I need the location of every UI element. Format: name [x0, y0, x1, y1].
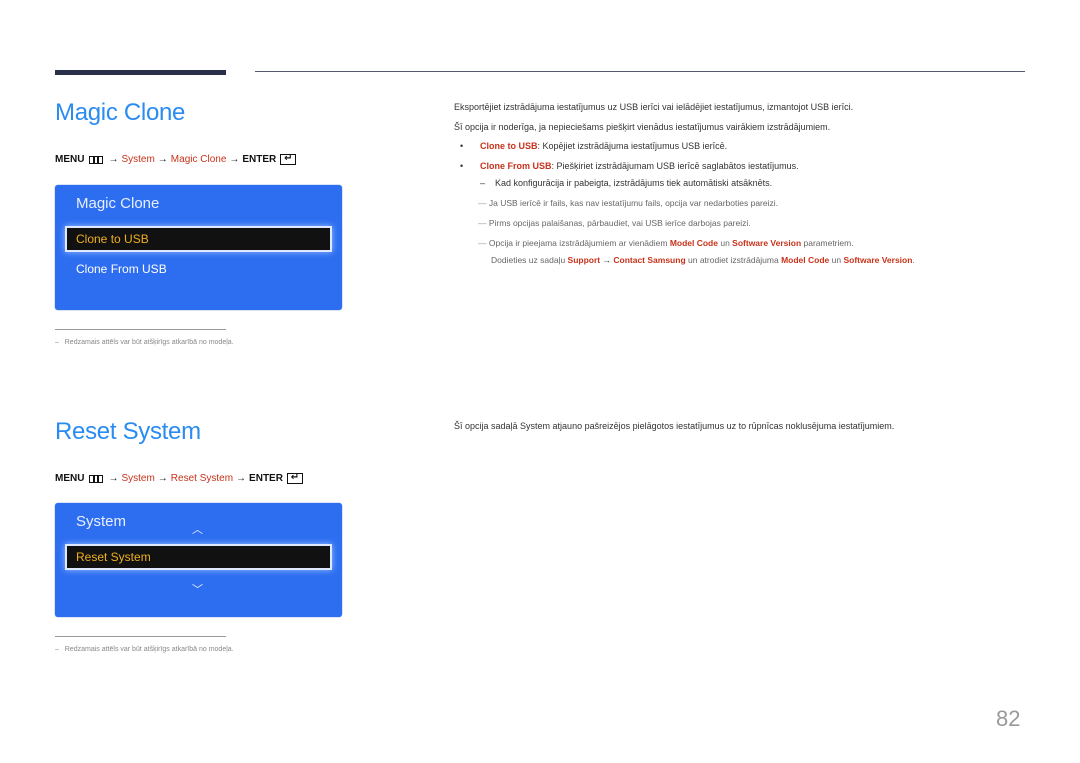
- model-code-term: Model Code: [781, 255, 830, 265]
- note-2: — Pirms opcijas palaišanas, pārbaudiet, …: [478, 218, 751, 228]
- footnote-text: Redzamais attēls var būt atšķirīgs atkar…: [64, 646, 234, 653]
- note-text: un: [717, 238, 733, 248]
- sub-note-text: Kad konfigurācija ir pabeigta, izstrādāj…: [495, 178, 773, 188]
- reset-system-osd: System ︿ Reset System ﹀: [55, 503, 342, 617]
- enter-label: ENTER: [249, 473, 283, 484]
- bullet-text: : Piešķiriet izstrādājumam USB ierīcē sa…: [551, 161, 799, 171]
- footnote-rule: [55, 329, 226, 330]
- arrow-icon: →: [157, 154, 168, 165]
- reset-system-footnote: – Redzamais attēls var būt atšķirīgs atk…: [55, 646, 234, 653]
- bullet-clone-from-usb: • Clone From USB: Piešķiriet izstrādājuma…: [460, 161, 799, 171]
- sub-note: – Kad konfigurācija ir pabeigta, izstrād…: [480, 178, 772, 188]
- osd-title: Magic Clone: [76, 195, 160, 212]
- note-dash-icon: —: [478, 218, 487, 228]
- note-dash-icon: —: [478, 198, 487, 208]
- osd-item-clone-from-usb[interactable]: Clone From USB: [67, 258, 330, 280]
- note-text: parametriem.: [801, 238, 854, 248]
- reset-system-title: Reset System: [55, 418, 201, 445]
- bullet-icon: •: [460, 161, 464, 171]
- model-code-term: Model Code: [669, 238, 718, 248]
- reset-system-menu-path: MENU → System → Reset System → ENTER ↵: [55, 473, 303, 484]
- magic-clone-footnote: – Redzamais attēls var būt atšķirīgs atk…: [55, 339, 234, 346]
- magic-clone-osd: Magic Clone Clone to USB Clone From USB: [55, 185, 342, 310]
- chevron-down-icon[interactable]: ﹀: [192, 581, 203, 597]
- menu-icon: [89, 155, 104, 164]
- menu-label: MENU: [55, 154, 85, 165]
- bullet-icon: •: [460, 141, 464, 151]
- note-text: Opcija ir pieejama izstrādājumiem ar vie…: [488, 238, 670, 248]
- bullet-text: : Kopējiet izstrādājuma iestatījumus USB…: [537, 141, 728, 151]
- page-number: 82: [996, 706, 1021, 731]
- magic-clone-desc-1: Eksportējiet izstrādājuma iestatījumus u…: [454, 102, 854, 112]
- osd-title: System: [76, 513, 127, 530]
- menu-icon: [89, 474, 104, 483]
- header-rule: [255, 71, 1025, 72]
- note-1: — Ja USB ierīcē ir fails, kas nav iestat…: [478, 198, 778, 208]
- software-version-term: Software Version: [732, 238, 802, 248]
- note-text: Dodieties uz sadaļu: [491, 255, 568, 265]
- arrow-icon: →: [236, 473, 247, 484]
- chevron-up-icon[interactable]: ︿: [192, 521, 203, 537]
- note-3: — Opcija ir pieejama izstrādājumiem ar v…: [478, 238, 854, 248]
- path-item: Magic Clone: [170, 154, 227, 165]
- magic-clone-menu-path: MENU → System → Magic Clone → ENTER ↵: [55, 154, 297, 165]
- arrow-icon: →: [602, 255, 612, 265]
- note-3-line-2: Dodieties uz sadaļu Support → Contact Sa…: [491, 255, 915, 265]
- note-text: un: [829, 255, 844, 265]
- software-version-term: Software Version: [843, 255, 913, 265]
- note-text: Ja USB ierīcē ir fails, kas nav iestatīj…: [488, 198, 778, 208]
- magic-clone-desc-2: Šī opcija ir noderīga, ja nepieciešams p…: [454, 122, 831, 132]
- arrow-icon: →: [229, 154, 240, 165]
- bullet-term: Clone From USB: [480, 161, 552, 171]
- arrow-icon: →: [108, 154, 119, 165]
- arrow-icon: →: [108, 473, 119, 484]
- path-system: System: [121, 154, 155, 165]
- note-text: un atrodiet izstrādājuma: [685, 255, 782, 265]
- note-text: Pirms opcijas palaišanas, pārbaudiet, va…: [488, 218, 751, 228]
- enter-label: ENTER: [242, 154, 277, 165]
- reset-system-desc: Šī opcija sadaļā System atjauno pašreizē…: [454, 421, 895, 431]
- note-dash-icon: —: [478, 238, 487, 248]
- header-bar-thick: [55, 70, 226, 75]
- bullet-clone-to-usb: • Clone to USB: Kopējiet izstrādājuma ies…: [460, 141, 727, 151]
- arrow-icon: →: [157, 473, 168, 484]
- osd-item-clone-to-usb[interactable]: Clone to USB: [65, 226, 332, 252]
- footnote-rule: [55, 636, 226, 637]
- note-text: .: [912, 255, 915, 265]
- footnote-text: Redzamais attēls var būt atšķirīgs atkar…: [64, 339, 234, 346]
- path-item: Reset System: [170, 473, 234, 484]
- support-term: Support: [567, 255, 601, 265]
- magic-clone-title: Magic Clone: [55, 99, 186, 126]
- path-system: System: [121, 473, 155, 484]
- enter-icon: ↵: [286, 473, 303, 484]
- menu-label: MENU: [55, 473, 85, 484]
- enter-icon: ↵: [280, 154, 297, 165]
- contact-samsung-term: Contact Samsung: [613, 255, 686, 265]
- osd-item-reset-system[interactable]: Reset System: [65, 544, 332, 570]
- footnote-dash: –: [55, 646, 59, 653]
- footnote-dash: –: [55, 339, 59, 346]
- bullet-term: Clone to USB: [480, 141, 538, 151]
- sub-note-dash: –: [480, 178, 486, 188]
